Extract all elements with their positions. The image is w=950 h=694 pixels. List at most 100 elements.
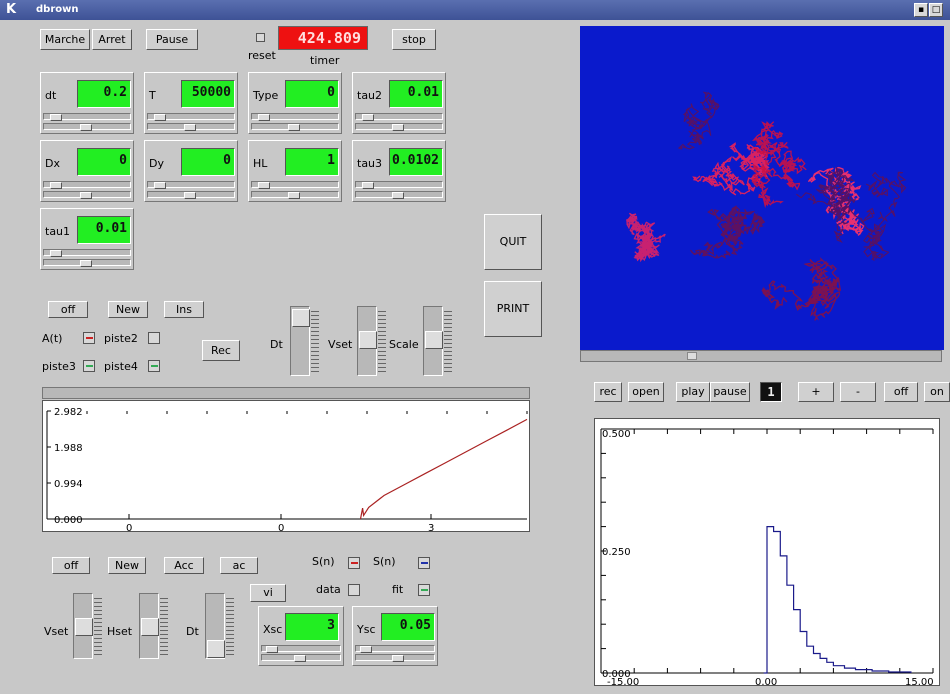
a-t-checkbox[interactable] — [83, 332, 95, 344]
stop-button[interactable]: stop — [392, 29, 436, 50]
piste3-checkbox[interactable] — [83, 360, 95, 372]
dt2-slider-knob[interactable] — [207, 640, 225, 658]
ysc-slider-1[interactable] — [355, 645, 435, 653]
trace-off-button[interactable]: off — [48, 301, 88, 318]
slider-knob[interactable] — [50, 250, 62, 257]
param-fine-slider[interactable] — [355, 191, 443, 199]
canvas-scroll-thumb[interactable] — [687, 352, 697, 360]
param-fine-slider[interactable] — [251, 123, 339, 131]
ysc-slider-2[interactable] — [355, 654, 435, 662]
fit-label: fit — [392, 583, 404, 596]
canvas-hscrollbar[interactable] — [580, 350, 942, 362]
param-coarse-slider[interactable] — [43, 113, 131, 121]
vi-button[interactable]: vi — [250, 584, 286, 602]
param-coarse-slider[interactable] — [251, 181, 339, 189]
slider-knob[interactable] — [258, 114, 270, 121]
trace-hscrollbar[interactable] — [42, 387, 530, 399]
param-fine-slider[interactable] — [355, 123, 443, 131]
vset2-slider-label: Vset — [44, 625, 69, 638]
param-fine-slider[interactable] — [147, 191, 235, 199]
slider-knob[interactable] — [288, 124, 300, 131]
slider-knob[interactable] — [288, 192, 300, 199]
pause-button[interactable]: Pause — [146, 29, 198, 50]
slider-knob[interactable] — [50, 182, 62, 189]
rec-button[interactable]: Rec — [202, 340, 240, 361]
player-on-button[interactable]: on — [924, 382, 950, 402]
acc-button[interactable]: Acc — [164, 557, 204, 574]
data-checkbox[interactable] — [348, 584, 360, 596]
player-off-button[interactable]: off — [884, 382, 918, 402]
param-fine-slider[interactable] — [147, 123, 235, 131]
piste4-checkbox[interactable] — [148, 360, 160, 372]
slider-knob[interactable] — [80, 192, 92, 199]
slider-knob[interactable] — [154, 114, 166, 121]
slider-knob[interactable] — [362, 182, 374, 189]
slider-knob[interactable] — [80, 124, 92, 131]
param-coarse-slider[interactable] — [147, 113, 235, 121]
slider-knob[interactable] — [154, 182, 166, 189]
param-display: 0.2 — [77, 80, 131, 108]
param-coarse-slider[interactable] — [147, 181, 235, 189]
slider-knob[interactable] — [392, 124, 404, 131]
arret-button[interactable]: Arret — [92, 29, 132, 50]
scale-vertical-slider[interactable] — [423, 306, 443, 376]
marche-button[interactable]: Marche — [40, 29, 90, 50]
sn1-checkbox[interactable] — [348, 557, 360, 569]
spectrum-off-button[interactable]: off — [52, 557, 90, 574]
ysc-slider-2-knob[interactable] — [392, 655, 404, 662]
piste2-checkbox[interactable] — [148, 332, 160, 344]
dt2-vertical-slider[interactable] — [205, 593, 225, 659]
xsc-slider-1[interactable] — [261, 645, 341, 653]
vset2-vertical-slider[interactable] — [73, 593, 93, 659]
vset-vertical-slider[interactable] — [357, 306, 377, 376]
dt-vertical-slider[interactable] — [290, 306, 310, 376]
play-button[interactable]: play — [676, 382, 710, 402]
slider-knob[interactable] — [258, 182, 270, 189]
spectrum-new-button[interactable]: New — [108, 557, 146, 574]
slider-knob[interactable] — [184, 192, 196, 199]
ac-button[interactable]: ac — [220, 557, 258, 574]
quit-button[interactable]: QUIT — [484, 214, 542, 270]
minus-button[interactable]: - — [840, 382, 876, 402]
rec-player-button[interactable]: rec — [594, 382, 622, 402]
param-fine-slider[interactable] — [251, 191, 339, 199]
reset-checkbox[interactable] — [256, 33, 265, 42]
dt-slider-knob[interactable] — [292, 309, 310, 327]
slider-knob[interactable] — [184, 124, 196, 131]
slider-knob[interactable] — [50, 114, 62, 121]
slider-knob[interactable] — [362, 114, 374, 121]
vset-slider-knob[interactable] — [359, 331, 377, 349]
fit-checkbox[interactable] — [418, 584, 430, 596]
param-coarse-slider[interactable] — [355, 181, 443, 189]
simulation-canvas[interactable] — [580, 26, 944, 350]
param-coarse-slider[interactable] — [251, 113, 339, 121]
slider-knob[interactable] — [392, 192, 404, 199]
param-display: 0 — [181, 148, 235, 176]
sn2-checkbox[interactable] — [418, 557, 430, 569]
xsc-slider-2-knob[interactable] — [294, 655, 306, 662]
param-label: dt — [45, 89, 57, 102]
param-coarse-slider[interactable] — [43, 249, 131, 257]
ysc-slider-1-knob[interactable] — [360, 646, 372, 653]
param-fine-slider[interactable] — [43, 259, 131, 267]
xsc-slider-1-knob[interactable] — [266, 646, 278, 653]
trace-new-button[interactable]: New — [108, 301, 148, 318]
hset-slider-knob[interactable] — [141, 618, 159, 636]
trace-ins-button[interactable]: Ins — [164, 301, 204, 318]
minimize-icon[interactable]: ▪ — [914, 3, 928, 17]
xsc-slider-2[interactable] — [261, 654, 341, 662]
vset2-slider-knob[interactable] — [75, 618, 93, 636]
param-coarse-slider[interactable] — [355, 113, 443, 121]
maximize-icon[interactable]: □ — [929, 3, 943, 17]
open-button[interactable]: open — [628, 382, 664, 402]
trace-plot: 2.982 1.988 0.994 0.000 0 0 3 — [42, 400, 530, 532]
scale-slider-knob[interactable] — [425, 331, 443, 349]
param-coarse-slider[interactable] — [43, 181, 131, 189]
pause-player-button[interactable]: pause — [710, 382, 750, 402]
param-fine-slider[interactable] — [43, 191, 131, 199]
plus-button[interactable]: + — [798, 382, 834, 402]
param-fine-slider[interactable] — [43, 123, 131, 131]
print-button[interactable]: PRINT — [484, 281, 542, 337]
hset-vertical-slider[interactable] — [139, 593, 159, 659]
slider-knob[interactable] — [80, 260, 92, 267]
